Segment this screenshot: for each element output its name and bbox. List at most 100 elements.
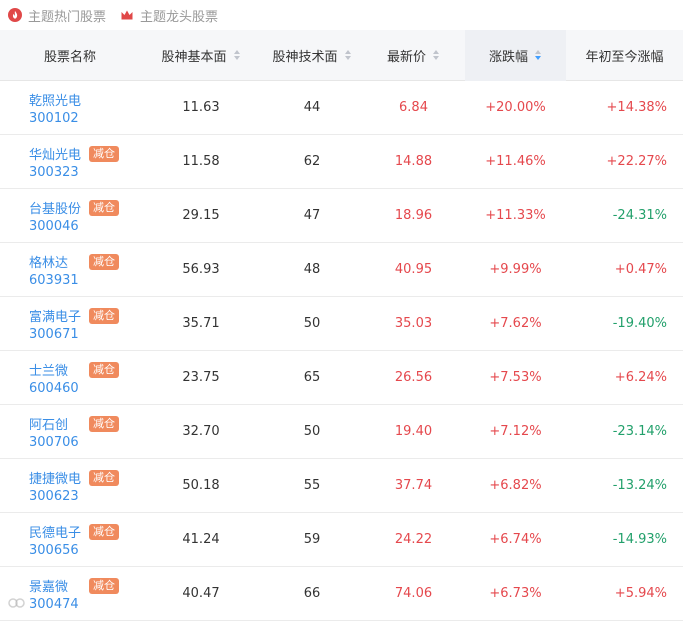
reduce-position-badge: 减仓	[89, 523, 119, 540]
stock-name-cell: 格林达 减仓 603931	[0, 243, 140, 297]
table-row[interactable]: 捷捷微电 减仓 300623 50.18 55 37.74 +6.82% -13.24%	[0, 459, 683, 513]
ytd-change: -13.24%	[612, 478, 667, 493]
sort-icon	[432, 49, 440, 61]
sort-icon	[233, 49, 241, 61]
fundamental-score: 32.70	[182, 424, 220, 439]
sort-icon	[344, 49, 352, 61]
stock-name-link[interactable]: 富满电子	[29, 306, 87, 325]
fundamental-score: 35.71	[182, 316, 220, 331]
reduce-position-badge: 减仓	[89, 199, 119, 216]
tab-leader-stocks[interactable]: 主题龙头股票	[120, 6, 218, 25]
reduce-position-badge: 减仓	[89, 253, 119, 270]
table-row[interactable]: 士兰微 减仓 600460 23.75 65 26.56 +7.53% +6.24%	[0, 351, 683, 405]
header-fundamental[interactable]: 股神基本面	[140, 30, 262, 81]
table-row[interactable]: 格林达 减仓 603931 56.93 48 40.95 +9.99% +0.47%	[0, 243, 683, 297]
latest-price: 35.03	[394, 316, 433, 331]
reduce-position-badge: 减仓	[89, 469, 119, 486]
table-row[interactable]: 景嘉微 减仓 300474 40.47 66 74.06 +6.73% +5.94%	[0, 567, 683, 621]
header-stock-name: 股票名称	[43, 49, 96, 65]
stock-name-link[interactable]: 捷捷微电	[29, 468, 87, 487]
ytd-change: +5.94%	[614, 586, 667, 601]
header-change-pct[interactable]: 涨跌幅	[465, 29, 566, 81]
technical-score: 50	[303, 424, 321, 439]
stock-code-link[interactable]: 300706	[29, 435, 119, 450]
stock-name-cell: 阿石创 减仓 300706	[0, 405, 140, 459]
change-pct: +6.74%	[489, 532, 542, 547]
latest-price: 24.22	[394, 532, 433, 547]
latest-price: 6.84	[399, 100, 428, 115]
change-pct: +7.12%	[489, 424, 542, 439]
stock-code-link[interactable]: 603931	[29, 273, 119, 288]
table-row[interactable]: 华灿光电 减仓 300323 11.58 62 14.88 +11.46% +22.27%	[0, 135, 683, 189]
stock-code-link[interactable]: 300474	[29, 597, 119, 612]
stock-name-link[interactable]: 士兰微	[29, 360, 87, 379]
technical-score: 62	[303, 154, 321, 169]
stock-code-link[interactable]: 300046	[29, 219, 119, 234]
table-row[interactable]: 阿石创 减仓 300706 32.70 50 19.40 +7.12% -23.14%	[0, 405, 683, 459]
latest-price: 37.74	[394, 478, 433, 493]
stock-code-link[interactable]: 300623	[29, 489, 119, 504]
stock-name-link[interactable]: 民德电子	[29, 522, 87, 541]
crown-icon	[120, 8, 134, 22]
stock-name-link[interactable]: 景嘉微	[29, 576, 87, 595]
fundamental-score: 23.75	[182, 370, 220, 385]
stock-name-cell: 捷捷微电 减仓 300623	[0, 459, 140, 513]
stock-name-link[interactable]: 华灿光电	[29, 144, 87, 163]
reduce-position-badge: 减仓	[89, 577, 119, 594]
table-header: 股票名称 股神基本面 股神技术面 最新价 涨跌幅 年初至今涨幅	[0, 29, 683, 81]
ytd-change: -14.93%	[612, 532, 667, 547]
stock-name-link[interactable]: 乾照光电	[29, 90, 87, 109]
latest-price: 14.88	[394, 154, 433, 169]
stock-code-link[interactable]: 600460	[29, 381, 119, 396]
fundamental-score: 41.24	[182, 532, 220, 547]
change-pct: +7.53%	[489, 370, 542, 385]
change-pct: +20.00%	[485, 100, 546, 115]
stock-code-link[interactable]: 300323	[29, 165, 119, 180]
table-row[interactable]: 富满电子 减仓 300671 35.71 50 35.03 +7.62% -19.40%	[0, 297, 683, 351]
header-ytd-change: 年初至今涨幅	[585, 49, 664, 65]
latest-price: 19.40	[394, 424, 433, 439]
table-row[interactable]: 民德电子 减仓 300656 41.24 59 24.22 +6.74% -14.93%	[0, 513, 683, 567]
technical-score: 55	[303, 478, 321, 493]
stock-code-link[interactable]: 300671	[29, 327, 119, 342]
latest-price: 40.95	[394, 262, 433, 277]
stock-name-cell: 台基股份 减仓 300046	[0, 189, 140, 243]
stock-name-cell: 民德电子 减仓 300656	[0, 513, 140, 567]
stock-code-link[interactable]: 300656	[29, 543, 119, 558]
stock-name-link[interactable]: 阿石创	[29, 414, 87, 433]
ytd-change: +22.27%	[606, 154, 667, 169]
reduce-position-badge: 减仓	[89, 415, 119, 432]
ytd-change: +0.47%	[614, 262, 667, 277]
ytd-change: -24.31%	[612, 208, 667, 223]
table-body: 乾照光电 300102 11.63 44 6.84 +20.00% +14.38% 华灿光电减…	[0, 81, 683, 621]
stock-name-link[interactable]: 台基股份	[29, 198, 87, 217]
latest-price: 18.96	[394, 208, 433, 223]
ytd-change: -19.40%	[612, 316, 667, 331]
stock-name-cell: 乾照光电 300102	[0, 81, 140, 135]
technical-score: 66	[303, 586, 321, 601]
table-row[interactable]: 台基股份 减仓 300046 29.15 47 18.96 +11.33% -24.31%	[0, 189, 683, 243]
fundamental-score: 11.58	[182, 154, 220, 169]
reduce-position-badge: 减仓	[89, 145, 119, 162]
stock-name-link[interactable]: 格林达	[29, 252, 87, 271]
header-latest-price[interactable]: 最新价	[362, 30, 465, 81]
fundamental-score: 29.15	[182, 208, 220, 223]
theme-tabs: 主题热门股票 主题龙头股票	[0, 0, 683, 30]
stock-code-link[interactable]: 300102	[29, 111, 87, 126]
header-technical[interactable]: 股神技术面	[262, 30, 362, 81]
tab-hot-stocks[interactable]: 主题热门股票	[8, 6, 106, 25]
ytd-change: +6.24%	[614, 370, 667, 385]
stock-name-cell: 华灿光电 减仓 300323	[0, 135, 140, 189]
technical-score: 50	[303, 316, 321, 331]
change-pct: +11.46%	[485, 154, 546, 169]
sort-desc-icon	[534, 49, 542, 61]
technical-score: 65	[303, 370, 321, 385]
latest-price: 74.06	[394, 586, 433, 601]
stock-name-cell: 富满电子 减仓 300671	[0, 297, 140, 351]
technical-score: 48	[303, 262, 321, 277]
table-row[interactable]: 乾照光电 300102 11.63 44 6.84 +20.00% +14.38%	[0, 81, 683, 135]
stock-name-cell: 景嘉微 减仓 300474	[0, 567, 140, 621]
fundamental-score: 56.93	[182, 262, 220, 277]
technical-score: 44	[303, 100, 321, 115]
fundamental-score: 50.18	[182, 478, 220, 493]
